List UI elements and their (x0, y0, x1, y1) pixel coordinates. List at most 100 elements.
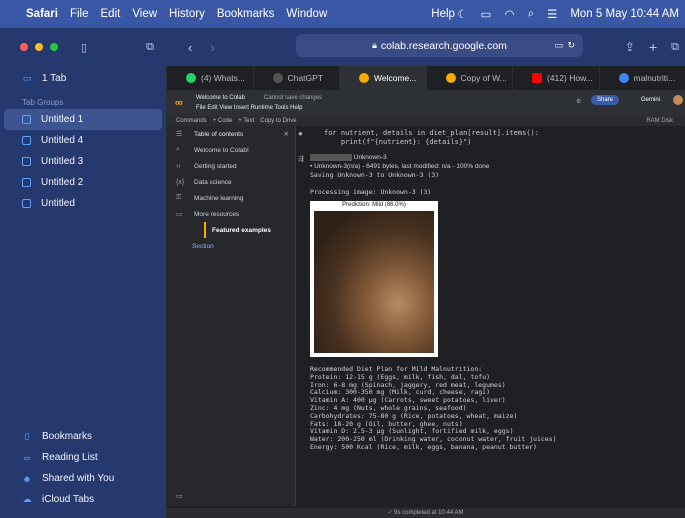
sidebar-toggle-icon[interactable]: ▯ (81, 41, 87, 54)
tab-group-icon (22, 157, 31, 166)
sidebar-shared-with-you[interactable]: ☻ Shared with You (0, 468, 166, 489)
safari-sidebar: ▯ ⧉ ▭ 1 Tab Tab Groups Untitled 1 Untitle… (0, 28, 166, 518)
share-button[interactable]: Share (591, 95, 620, 105)
sidebar-reading-list[interactable]: ∞ Reading List (0, 447, 166, 468)
variables-icon: {x} (176, 178, 185, 186)
moon-icon[interactable]: ☾ (457, 7, 467, 21)
toc-item-more-resources[interactable]: ▭ More resources (166, 206, 295, 222)
menu-window[interactable]: Window (286, 8, 327, 20)
menu-history[interactable]: History (169, 8, 205, 20)
back-icon[interactable]: ‹ (188, 40, 192, 55)
tab-copy-of[interactable]: Copy of W... (425, 66, 513, 90)
toc-item-machine-learning[interactable]: ⚿ Machine learning (166, 190, 295, 206)
whatsapp-icon (186, 73, 196, 83)
close-window-button[interactable] (20, 43, 28, 51)
upload-file-label: Unknown-3 (353, 154, 387, 161)
tab-group-icon (22, 115, 31, 124)
notebook-title[interactable]: Welcome to Colab (196, 95, 245, 101)
key-icon: ⚿ (176, 194, 182, 201)
search-icon: ⌕ (176, 146, 180, 153)
folder-icon: ▭ (176, 211, 183, 218)
forward-icon[interactable]: › (210, 40, 214, 55)
colab-status-bar: ✓ 9s completed at 10:44 AM (166, 508, 685, 518)
code-line-1[interactable]: for nutrient, details in diet_plan[resul… (324, 129, 539, 138)
copy-to-drive-button[interactable]: Copy to Drive (260, 118, 296, 124)
youtube-icon (532, 73, 542, 83)
menu-clock[interactable]: Mon 5 May 10:44 AM (570, 8, 679, 20)
sidebar-item-untitled-1[interactable]: Untitled 1 (4, 109, 162, 130)
macos-menu-bar: Safari File Edit View History Bookmarks … (0, 0, 685, 28)
close-icon[interactable]: ✕ (284, 130, 289, 138)
run-cell-icon[interactable]: ● (298, 129, 303, 138)
menu-help[interactable]: Help (431, 8, 455, 20)
tab-youtube[interactable]: (412) How... (512, 66, 599, 90)
sidebar-item-untitled-2[interactable]: Untitled 2 (0, 172, 166, 193)
new-tab-icon[interactable]: + (649, 39, 657, 55)
table-of-contents-panel: ☰ Table of contents ✕ ⌕ Welcome to Colab! ‹… (166, 126, 296, 506)
chatgpt-icon (272, 73, 283, 83)
choose-files-button[interactable]: Choose Files (310, 154, 352, 161)
menu-file[interactable]: File (70, 8, 89, 20)
minimize-window-button[interactable] (35, 43, 43, 51)
glasses-icon: ∞ (23, 452, 31, 463)
sidebar-tabs-item[interactable]: ▭ 1 Tab (0, 66, 166, 90)
sidebar-item-untitled[interactable]: Untitled (0, 193, 166, 214)
search-icon[interactable]: ⌕ (528, 8, 534, 21)
commands-button[interactable]: Commands (176, 118, 207, 124)
zoom-window-button[interactable] (50, 43, 58, 51)
tab-google[interactable]: malnutriti... (598, 66, 685, 90)
address-bar[interactable]: 🔒︎ colab.research.google.com ▭ ↻ (296, 34, 583, 57)
saving-line: Saving Unknown-3 to Unknown-3 (3) (310, 171, 440, 179)
plan-line: Energy: 500 Kcal (Rice, milk, eggs, bana… (310, 442, 537, 451)
menu-bookmarks[interactable]: Bookmarks (217, 8, 275, 20)
add-code-button[interactable]: + Code (213, 118, 233, 124)
url-text: colab.research.google.com (380, 39, 507, 52)
tab-group-icon (22, 199, 31, 208)
menu-view[interactable]: View (132, 8, 157, 20)
save-note: Cannot save changes (264, 95, 323, 101)
toc-item-getting-started[interactable]: ‹› Getting started (166, 158, 295, 174)
menu-edit[interactable]: Edit (101, 8, 121, 20)
battery-icon[interactable]: ▭ (481, 7, 492, 21)
child-photo (314, 211, 434, 353)
people-icon: ☻ (22, 473, 32, 484)
settings-icon[interactable]: ⚙ (576, 98, 581, 105)
reload-icon[interactable]: ↻ (567, 40, 575, 51)
share-icon[interactable]: ⇪ (625, 40, 635, 54)
toc-item-featured-examples[interactable]: Featured examples (204, 222, 295, 238)
tab-chatgpt[interactable]: ChatGPT (252, 66, 340, 90)
avatar[interactable] (673, 95, 683, 105)
laptop-icon: ▭ (22, 72, 32, 83)
tab-group-icon (22, 136, 31, 145)
ram-disk-indicator[interactable]: RAM Disk (646, 118, 673, 124)
sidebar-item-untitled-3[interactable]: Untitled 3 (0, 151, 166, 172)
toc-item-data-science[interactable]: {x} Data science (166, 174, 295, 190)
notebook-menus[interactable]: File Edit View Insert Runtime Tools Help (196, 105, 303, 111)
prediction-caption: Prediction: Mild (86.0%) (342, 202, 406, 208)
code-line-2[interactable]: print(f"{nutrient}: {details}") (324, 138, 539, 147)
google-icon (618, 73, 629, 83)
colab-command-bar: Commands + Code + Text Copy to Drive RAM… (166, 116, 685, 126)
terminal-icon[interactable]: ▭ (176, 492, 183, 500)
toc-item-welcome[interactable]: ⌕ Welcome to Colab! (166, 142, 295, 158)
add-text-button[interactable]: + Text (238, 118, 254, 124)
menu-app[interactable]: Safari (26, 8, 58, 20)
colab-icon (359, 73, 369, 83)
reader-icon[interactable]: ▭ (554, 40, 563, 51)
sidebar-bookmarks[interactable]: ▯ Bookmarks (0, 426, 166, 447)
tab-groups-header: Tab Groups (22, 97, 64, 107)
cloud-icon: ☁ (22, 494, 32, 504)
wifi-icon[interactable]: ◠ (505, 7, 515, 21)
toc-header: ☰ Table of contents ✕ (176, 130, 289, 139)
control-center-icon[interactable]: ☰ (547, 7, 557, 21)
sidebar-item-untitled-4[interactable]: Untitled 4 (0, 130, 166, 151)
tab-overview-icon[interactable]: ⧉ (146, 41, 154, 54)
tabs-overview-icon[interactable]: ⧉ (671, 41, 679, 54)
sidebar-icloud-tabs[interactable]: ☁ iCloud Tabs (0, 489, 166, 510)
toc-add-section[interactable]: Section (166, 238, 295, 254)
gemini-button[interactable]: Gemini (641, 97, 660, 103)
output-icon[interactable]: ⇶ (298, 155, 304, 163)
code-icon: ‹› (176, 162, 181, 170)
tab-whatsapp[interactable]: (4) Whats... (166, 66, 253, 90)
tab-welcome[interactable]: Welcome... (339, 66, 426, 90)
